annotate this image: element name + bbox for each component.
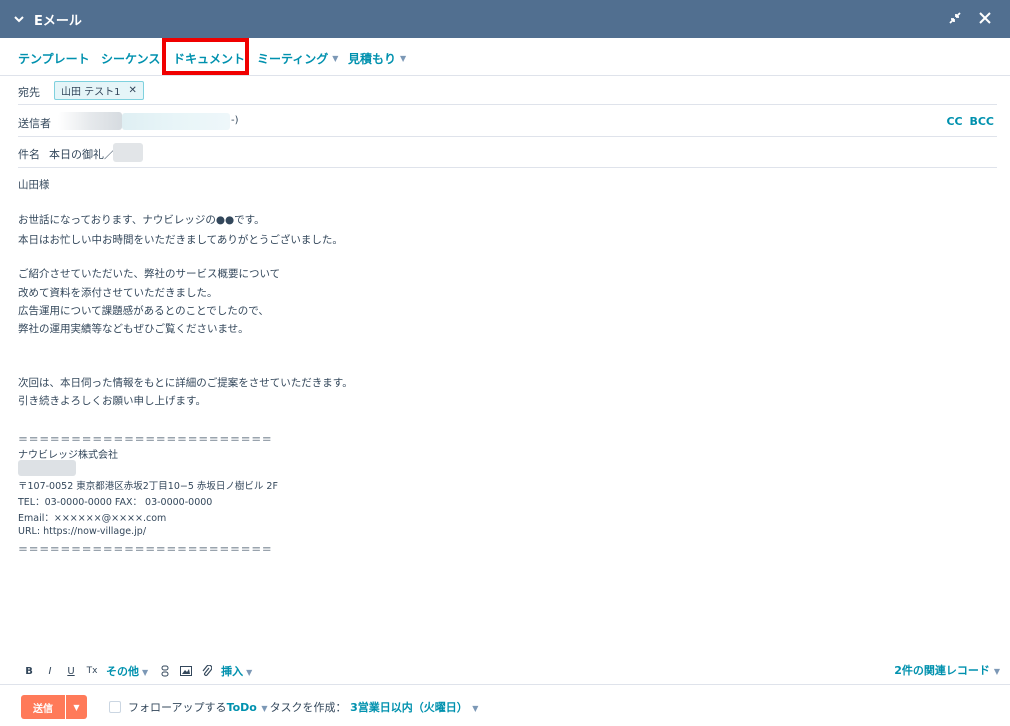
more-menu[interactable]: その他 ▼ — [106, 663, 148, 679]
tab-templates[interactable]: テンプレート — [18, 50, 90, 67]
footer-divider — [0, 684, 1010, 685]
send-button[interactable]: 送信 — [21, 695, 65, 719]
send-options-button[interactable]: ▼ — [66, 695, 87, 719]
followup-task-text: フォローアップするToDo ▼ タスクを作成： 3営業日以内（火曜日） ▼ — [128, 701, 479, 714]
recipient-chip[interactable]: 山田 テスト1 ✕ — [54, 81, 144, 100]
tab-sequences[interactable]: シーケンス — [101, 50, 160, 67]
body-line: 次回は、本日伺った情報をもとに詳細のご提案をさせていただきます。 — [18, 377, 353, 389]
signature-tel: TEL：03-0000-0000 FAX： 03-0000-0000 — [18, 497, 213, 508]
caret-down-icon: ▼ — [332, 54, 339, 63]
caret-down-icon: ▼ — [400, 54, 407, 63]
caret-down-icon: ▼ — [246, 668, 253, 677]
caret-down-icon: ▼ — [73, 702, 80, 712]
signature-separator: ＝＝＝＝＝＝＝＝＝＝＝＝＝＝＝＝＝＝＝＝＝＝＝＝ — [18, 545, 273, 556]
to-label: 宛先 — [18, 86, 40, 99]
signature-email: Email：××××××@××××.com — [18, 513, 167, 524]
body-line: 改めて資料を添付させていただきました。 — [18, 287, 218, 299]
tab-quotes[interactable]: 見積もり ▼ — [348, 50, 406, 67]
associated-records-dropdown[interactable]: 2件の関連レコード ▼ — [894, 662, 1000, 678]
body-line: ご紹介させていただいた、弊社のサービス概要について — [18, 268, 281, 280]
signature-separator: ＝＝＝＝＝＝＝＝＝＝＝＝＝＝＝＝＝＝＝＝＝＝＝＝ — [18, 435, 273, 446]
caret-down-icon: ▼ — [993, 667, 1000, 676]
insert-menu[interactable]: 挿入 ▼ — [221, 663, 252, 679]
caret-down-icon: ▼ — [142, 668, 149, 677]
sender-suffix: -) — [231, 115, 239, 126]
bold-icon[interactable]: B — [22, 664, 36, 678]
from-label: 送信者 — [18, 117, 51, 130]
remove-recipient-icon[interactable]: ✕ — [129, 85, 137, 96]
bcc-link[interactable]: BCC — [969, 115, 994, 128]
format-toolbar: B I U Tx その他 ▼ 挿入 ▼ — [22, 662, 262, 680]
tool-tabs: テンプレート シーケンス ドキュメント ミーティング ▼ 見積もり ▼ — [0, 38, 1010, 76]
close-icon[interactable] — [976, 9, 994, 27]
signature-url: URL: https://now-village.jp/ — [18, 526, 147, 537]
signature-address: 〒107-0052 東京都港区赤坂2丁目10−5 赤坂日ノ樹ビル 2F — [18, 481, 278, 492]
body-line: お世話になっております、ナウビレッジの●●です。 — [18, 214, 265, 226]
due-date-dropdown[interactable]: 3営業日以内（火曜日） — [350, 701, 468, 714]
body-line: 広告運用について課題感があるとのことでしたので、 — [18, 305, 269, 317]
blurred-subject-part — [113, 143, 143, 162]
body-line: 本日はお忙しい中お時間をいただきましてありがとうございました。 — [18, 234, 343, 246]
body-line: 山田様 — [18, 179, 50, 191]
blurred-sender-name — [58, 112, 122, 130]
followup-checkbox[interactable] — [109, 701, 121, 713]
tab-meetings[interactable]: ミーティング ▼ — [257, 50, 338, 67]
dialog-title: Eメール — [34, 13, 82, 29]
divider — [18, 167, 997, 168]
divider — [18, 136, 997, 137]
blurred-signature-name — [18, 460, 76, 476]
caret-down-icon: ▼ — [258, 704, 268, 713]
subject-label: 件名 — [18, 148, 40, 161]
blurred-sender-email — [122, 113, 230, 130]
email-dialog-header: Eメール — [0, 0, 1010, 38]
signature-company: ナウビレッジ株式会社 — [18, 450, 118, 461]
body-line: 弊社の運用実績等などもぜひご覧くださいませ。 — [18, 323, 249, 335]
underline-icon[interactable]: U — [64, 664, 78, 678]
cc-link[interactable]: CC — [946, 115, 962, 128]
task-type-dropdown[interactable]: ToDo — [227, 701, 257, 714]
divider — [18, 104, 997, 105]
minimize-icon[interactable] — [946, 9, 964, 27]
image-icon[interactable] — [179, 664, 193, 678]
link-icon[interactable] — [158, 664, 172, 678]
recipient-name: 山田 テスト1 — [61, 87, 121, 98]
italic-icon[interactable]: I — [43, 664, 57, 678]
clear-format-icon[interactable]: Tx — [85, 664, 99, 678]
body-line: 引き続きよろしくお願い申し上げます。 — [18, 395, 206, 407]
cc-bcc-links: CC BCC — [946, 115, 994, 128]
subject-input[interactable]: 本日の御礼／ — [49, 146, 115, 162]
attachment-icon[interactable] — [200, 664, 214, 678]
chevron-down-icon[interactable] — [12, 12, 26, 26]
highlight-box — [162, 38, 249, 75]
caret-down-icon: ▼ — [469, 704, 479, 713]
